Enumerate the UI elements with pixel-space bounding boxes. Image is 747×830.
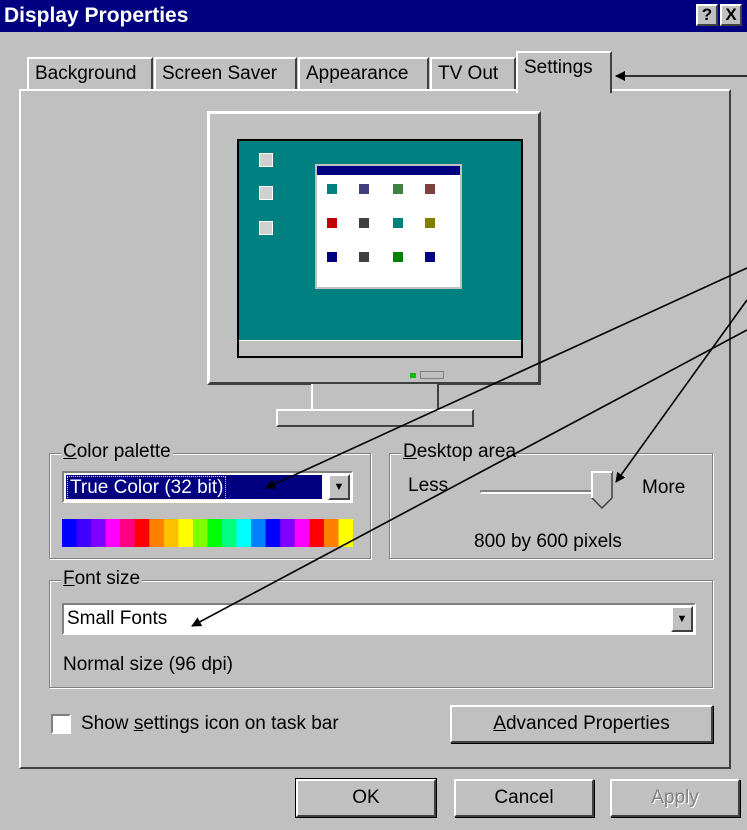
recycle-bin-icon bbox=[259, 221, 273, 235]
mini-folder-icon bbox=[393, 184, 403, 194]
palette-swatch bbox=[265, 519, 281, 547]
palette-swatch bbox=[134, 519, 150, 547]
palette-swatch bbox=[163, 519, 179, 547]
palette-swatch bbox=[323, 519, 339, 547]
mini-folder-icon bbox=[359, 184, 369, 194]
font-size-label: Font size bbox=[61, 568, 143, 590]
cancel-button[interactable]: Cancel bbox=[454, 779, 594, 817]
advanced-properties-button[interactable]: Advanced Properties bbox=[450, 705, 713, 743]
mini-window bbox=[315, 164, 462, 289]
tab-appearance[interactable]: Appearance bbox=[298, 57, 429, 90]
palette-swatch bbox=[280, 519, 296, 547]
palette-swatch bbox=[105, 519, 121, 547]
my-computer-icon bbox=[259, 153, 273, 167]
monitor-stand-base bbox=[276, 409, 474, 427]
window-title: Display Properties bbox=[4, 4, 189, 27]
color-palette-dropdown[interactable]: True Color (32 bit) ▼ bbox=[62, 471, 353, 503]
mini-folder-icon bbox=[425, 184, 435, 194]
mini-folder-icon bbox=[393, 218, 403, 228]
mini-taskbar bbox=[239, 340, 521, 356]
palette-swatch bbox=[192, 519, 208, 547]
palette-swatch bbox=[222, 519, 238, 547]
color-palette-bar bbox=[62, 519, 354, 547]
tab-settings[interactable]: Settings bbox=[516, 51, 612, 93]
show-settings-icon-checkbox[interactable] bbox=[51, 714, 71, 734]
palette-swatch bbox=[91, 519, 107, 547]
palette-swatch bbox=[207, 519, 223, 547]
tab-background[interactable]: Background bbox=[27, 57, 153, 90]
show-settings-icon-label[interactable]: Show settings icon on task bar bbox=[81, 713, 339, 735]
mini-folder-icon bbox=[359, 218, 369, 228]
monitor-stand-neck bbox=[311, 384, 439, 410]
mini-folder-icon bbox=[425, 218, 435, 228]
palette-swatch bbox=[236, 519, 252, 547]
desktop-area-label: Desktop area bbox=[401, 441, 519, 463]
title-bar: Display Properties ? X bbox=[0, 0, 747, 32]
palette-swatch bbox=[338, 519, 354, 547]
monitor-preview bbox=[207, 111, 541, 385]
ok-button[interactable]: OK bbox=[296, 779, 436, 817]
resolution-text: 800 by 600 pixels bbox=[474, 531, 622, 552]
desktop-area-slider-track[interactable] bbox=[480, 490, 608, 494]
palette-swatch bbox=[294, 519, 310, 547]
tab-screen-saver[interactable]: Screen Saver bbox=[154, 57, 297, 90]
slider-more-label: More bbox=[642, 477, 686, 498]
mini-folder-icon bbox=[327, 252, 337, 262]
mini-folder-icon bbox=[359, 252, 369, 262]
palette-swatch bbox=[178, 519, 194, 547]
power-led-icon bbox=[410, 373, 416, 378]
mini-folder-icon bbox=[425, 252, 435, 262]
font-size-dropdown-arrow[interactable]: ▼ bbox=[671, 606, 693, 632]
tab-tv-out[interactable]: TV Out bbox=[430, 57, 516, 90]
network-icon bbox=[259, 186, 273, 200]
palette-swatch bbox=[120, 519, 136, 547]
palette-swatch bbox=[149, 519, 165, 547]
font-size-description: Normal size (96 dpi) bbox=[63, 654, 233, 675]
font-size-value: Small Fonts bbox=[67, 608, 168, 629]
mini-folder-icon bbox=[393, 252, 403, 262]
font-size-dropdown[interactable]: Small Fonts ▼ bbox=[62, 603, 696, 635]
mini-folder-icon bbox=[327, 184, 337, 194]
color-palette-dropdown-arrow[interactable]: ▼ bbox=[328, 474, 350, 500]
help-button[interactable]: ? bbox=[696, 4, 718, 26]
monitor-screen bbox=[237, 139, 523, 358]
apply-button[interactable]: Apply bbox=[610, 779, 740, 817]
desktop-area-slider-thumb[interactable] bbox=[590, 471, 613, 511]
palette-swatch bbox=[251, 519, 267, 547]
slider-less-label: Less bbox=[408, 475, 449, 496]
color-palette-value: True Color (32 bit) bbox=[67, 476, 227, 500]
power-button-icon bbox=[420, 371, 444, 379]
mini-folder-icon bbox=[327, 218, 337, 228]
palette-swatch bbox=[76, 519, 92, 547]
mini-window-titlebar bbox=[317, 166, 460, 175]
color-palette-label: Color palette bbox=[61, 441, 173, 463]
palette-swatch bbox=[62, 519, 78, 547]
palette-swatch bbox=[309, 519, 325, 547]
close-button[interactable]: X bbox=[720, 4, 742, 26]
